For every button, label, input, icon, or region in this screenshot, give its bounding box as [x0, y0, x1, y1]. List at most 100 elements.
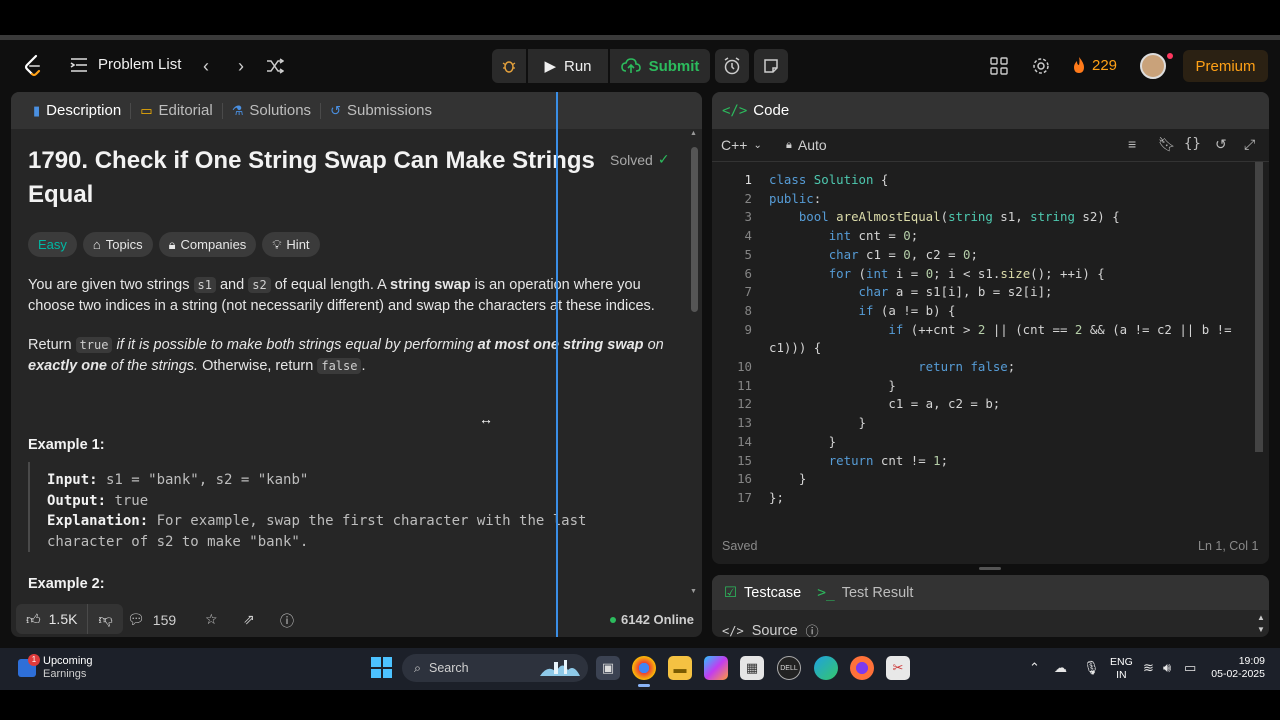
scroll-down-icon[interactable]: ▼	[1257, 625, 1265, 634]
line-number: 11	[737, 377, 752, 393]
tab-solutions[interactable]: ⚗ Solutions	[223, 102, 322, 119]
file-explorer-icon[interactable]: ▬	[668, 656, 692, 680]
system-clock[interactable]: 19:09 05-02-2025	[1210, 655, 1265, 681]
avatar[interactable]	[1140, 53, 1166, 79]
edge-icon[interactable]	[814, 656, 838, 680]
windows-start-icon[interactable]	[371, 657, 392, 678]
tab-editorial[interactable]: ▭ Editorial	[131, 102, 223, 119]
p2-italic-c: on	[643, 337, 664, 353]
line-number: 1	[744, 172, 752, 187]
description-scrollbar[interactable]: ▲ ▼	[689, 130, 699, 600]
companies-tag[interactable]: 🔒︎ Companies	[158, 232, 257, 257]
comment-count: 159	[152, 611, 177, 628]
timer-button[interactable]	[715, 49, 749, 83]
debug-button[interactable]	[492, 49, 526, 83]
tab-submissions-label: Submissions	[346, 102, 433, 119]
next-problem-icon[interactable]: ›	[231, 56, 251, 77]
reset-icon[interactable]: ↺	[1215, 136, 1227, 153]
line-number: 14	[737, 433, 752, 449]
layout-grid-icon[interactable]	[990, 57, 1008, 75]
auto-mode-toggle[interactable]: 🔒︎ Auto	[786, 137, 827, 153]
dell-icon[interactable]: DELL	[777, 656, 801, 680]
expand-icon[interactable]: ⤢	[1244, 136, 1255, 153]
language-select[interactable]: C++ ⌄	[721, 137, 762, 153]
bug-icon	[502, 61, 516, 73]
run-button[interactable]: ▶ Run	[528, 49, 608, 83]
widgets-button[interactable]: 1 Upcoming Earnings	[18, 654, 93, 681]
task-view-icon[interactable]: ▣	[596, 656, 620, 680]
thumbs-down-icon: 👎︎	[98, 610, 113, 627]
braces-icon[interactable]: {}	[1184, 136, 1201, 152]
clock-date: 05-02-2025	[1211, 668, 1265, 680]
language-value: C++	[721, 137, 748, 153]
chevron-up-icon[interactable]: ⌃	[1029, 660, 1040, 676]
letterbox-top	[0, 0, 1280, 35]
play-icon: ▶	[544, 58, 556, 75]
scroll-thumb[interactable]	[691, 147, 698, 312]
store-icon[interactable]: ▦	[740, 656, 764, 680]
tab-description[interactable]: ▮ Description	[24, 102, 132, 119]
share-icon[interactable]: ⇗	[243, 611, 255, 628]
s2-code: s2	[248, 277, 271, 293]
notes-button[interactable]	[754, 49, 788, 83]
output-label: Output:	[47, 492, 107, 509]
tab-testcase[interactable]: ☑ Testcase	[724, 585, 801, 601]
star-icon[interactable]: ☆	[205, 611, 218, 628]
help-icon[interactable]: ⓘ	[806, 621, 819, 637]
snipping-tool-icon[interactable]: ✂	[886, 656, 910, 680]
premium-button[interactable]: Premium	[1183, 50, 1268, 82]
list-icon	[70, 57, 87, 72]
solved-label: Solved	[610, 151, 653, 168]
alarm-clock-icon	[724, 57, 740, 75]
prev-problem-icon[interactable]: ‹	[196, 56, 216, 77]
onedrive-icon[interactable]: ☁	[1054, 660, 1067, 676]
topics-tag[interactable]: ⌂ Topics	[82, 232, 153, 257]
code-panel-title: Code	[753, 102, 790, 119]
line-number: 7	[744, 284, 752, 300]
panel-resize-divider[interactable]	[556, 92, 558, 637]
code-editor[interactable]: 1 class Solution {2 public: 3 bool areAlmos…	[712, 171, 1257, 531]
wifi-icon[interactable]: ≋	[1143, 660, 1154, 676]
bookmark-icon[interactable]: 🔖︎	[1158, 136, 1176, 153]
gear-icon[interactable]	[1032, 57, 1050, 75]
problem-list-button[interactable]: Problem List	[70, 56, 181, 73]
problem-list-label: Problem List	[98, 56, 182, 73]
streak-counter[interactable]: 229	[1072, 56, 1117, 74]
editor-scrollbar[interactable]	[1255, 162, 1265, 462]
tab-test-result[interactable]: >_ Test Result	[817, 585, 913, 601]
copilot-icon[interactable]	[704, 656, 728, 680]
language-indicator[interactable]: ENG IN	[1110, 656, 1133, 682]
help-icon[interactable]: ⓘ	[280, 611, 294, 631]
firefox-icon[interactable]	[850, 656, 874, 680]
chrome-icon[interactable]	[632, 656, 656, 680]
like-button[interactable]: 👍︎ 1.5K	[16, 604, 87, 634]
comments-button[interactable]: 💬︎ 159	[127, 611, 176, 628]
scroll-up-icon[interactable]: ▲	[1257, 613, 1265, 622]
microphone-icon[interactable]: 🎙︎	[1083, 660, 1100, 676]
tab-solutions-label: Solutions	[249, 102, 312, 119]
tab-submissions[interactable]: ↺ Submissions	[321, 102, 441, 119]
like-count: 1.5K	[48, 611, 78, 627]
auto-label: Auto	[797, 137, 827, 153]
volume-icon[interactable]: 🔊︎	[1163, 660, 1171, 676]
vertical-resize-handle[interactable]	[979, 567, 1001, 570]
format-icon[interactable]: ≡	[1128, 136, 1136, 152]
dislike-button[interactable]: 👎︎	[87, 604, 122, 634]
submit-button[interactable]: Submit	[610, 49, 710, 83]
description-tabs: ▮ Description ▭ Editorial ⚗ Solutions ↺ …	[11, 92, 702, 129]
problem-paragraph-1: You are given two strings s1 and s2 of e…	[28, 275, 668, 317]
line-number: 6	[744, 265, 752, 281]
hint-tag[interactable]: 💡︎ Hint	[262, 232, 320, 257]
p2-text-f: .	[361, 358, 366, 374]
online-dot	[610, 616, 616, 623]
output-value: true	[106, 492, 149, 509]
shuffle-icon[interactable]	[266, 58, 284, 74]
editor-scroll-thumb[interactable]	[1255, 162, 1263, 452]
source-row[interactable]: </> Source ⓘ	[722, 621, 819, 638]
code-text: int cnt = 0;	[828, 228, 919, 244]
scroll-up-icon[interactable]: ▲	[690, 130, 697, 137]
battery-icon[interactable]: ▭	[1184, 660, 1196, 676]
widgets-title: Upcoming	[43, 655, 93, 667]
leetcode-logo-icon[interactable]	[22, 54, 44, 78]
scroll-down-icon[interactable]: ▼	[690, 588, 697, 595]
